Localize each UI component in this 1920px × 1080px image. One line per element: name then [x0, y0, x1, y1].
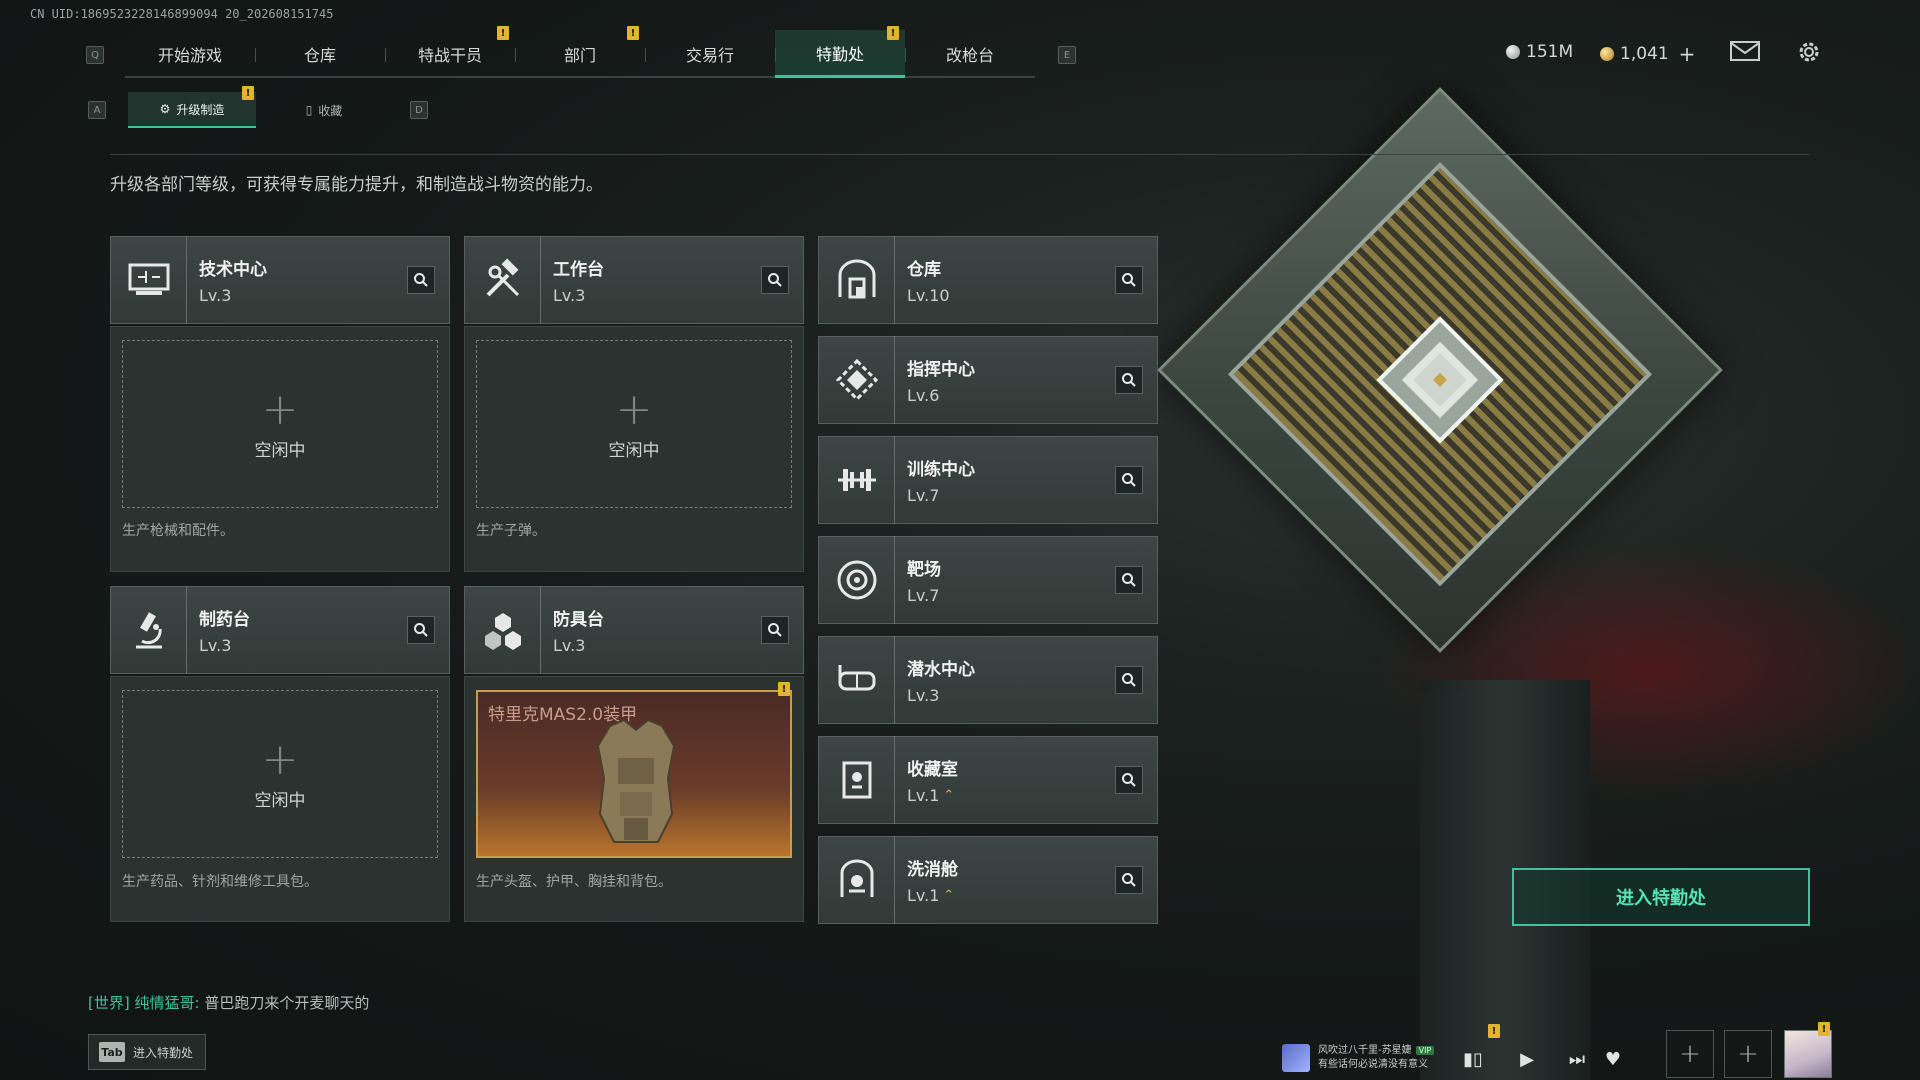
- alert-badge: !: [627, 26, 639, 40]
- page-description: 升级各部门等级，可获得专属能力提升，和制造战斗物资的能力。: [110, 175, 603, 195]
- search-icon[interactable]: [1115, 366, 1143, 394]
- subtab-collection[interactable]: ▯ 收藏: [260, 92, 388, 128]
- craft-slot-armor-item[interactable]: 特里克MAS2.0装甲: [476, 690, 792, 858]
- workstation-tech-center[interactable]: 技术中心 Lv.3: [110, 236, 450, 324]
- friends-icon[interactable]: ♥: [1596, 1042, 1630, 1076]
- silver-currency: 151M: [1506, 42, 1573, 62]
- tab-department[interactable]: 部门 !: [515, 26, 645, 78]
- gold-currency: 1,041 +: [1600, 42, 1695, 66]
- search-icon[interactable]: [761, 616, 789, 644]
- workstation-note: 生产头盔、护甲、胸挂和背包。: [476, 874, 672, 890]
- dept-collection-room[interactable]: 收藏室 Lv.1 ⌃: [818, 736, 1158, 824]
- subtab-upgrade-craft[interactable]: ⚙ 升级制造 !: [128, 86, 256, 128]
- search-icon[interactable]: [1115, 766, 1143, 794]
- search-icon[interactable]: [1115, 566, 1143, 594]
- cubes-icon: [465, 586, 541, 674]
- search-icon[interactable]: [407, 266, 435, 294]
- search-icon[interactable]: [1115, 466, 1143, 494]
- decontamination-icon: [819, 836, 895, 924]
- plus-icon: +: [261, 383, 299, 435]
- diving-mask-icon: [819, 636, 895, 724]
- workstation-pharmacy[interactable]: 制药台 Lv.3: [110, 586, 450, 674]
- dept-decontamination[interactable]: 洗消舱 Lv.1 ⌃: [818, 836, 1158, 924]
- alert-badge: !: [887, 26, 899, 40]
- command-diamond-icon: [819, 336, 895, 424]
- alert-badge: !: [242, 86, 254, 100]
- play-icon[interactable]: ▶: [1510, 1042, 1544, 1076]
- hammer-wrench-icon: [465, 236, 541, 324]
- album-art: [1282, 1044, 1310, 1072]
- music-player[interactable]: 风吹过八千里-苏星婕 VIP 有些话何必说清没有意义: [1282, 1044, 1435, 1072]
- tab-gunsmith[interactable]: 改枪台: [905, 30, 1035, 78]
- upgrade-available-icon: ⌃: [943, 888, 955, 903]
- add-slot-button[interactable]: +: [1666, 1030, 1714, 1078]
- key-d-hint: D: [410, 101, 428, 119]
- key-e-hint: E: [1058, 46, 1076, 64]
- trophy-case-icon: [819, 736, 895, 824]
- add-currency-button[interactable]: +: [1679, 42, 1696, 66]
- collection-icon: ▯: [305, 103, 313, 117]
- workstation-armor[interactable]: 防具台 Lv.3: [464, 586, 804, 674]
- top-nav: 开始游戏 仓库 特战干员 ! 部门 ! 交易行 特勤处 ! 改枪台: [125, 26, 1035, 78]
- search-icon[interactable]: [1115, 666, 1143, 694]
- search-icon[interactable]: [761, 266, 789, 294]
- target-icon: [819, 536, 895, 624]
- uid-label: CN UID:1869523228146899094 20_2026081517…: [30, 7, 334, 21]
- tab-hint[interactable]: Tab 进入特勤处: [88, 1034, 206, 1070]
- tab-start-game[interactable]: 开始游戏: [125, 30, 255, 78]
- craft-slot-empty[interactable]: + 空闲中: [122, 340, 438, 508]
- dept-command-center[interactable]: 指挥中心 Lv.6: [818, 336, 1158, 424]
- craft-slot-empty[interactable]: + 空闲中: [476, 340, 792, 508]
- avatar[interactable]: [1784, 1030, 1832, 1078]
- dept-diving-center[interactable]: 潜水中心 Lv.3: [818, 636, 1158, 724]
- tab-key: Tab: [99, 1042, 125, 1062]
- world-chat-line[interactable]: [世界] 纯情猛哥: 普巴跑刀来个开麦聊天的: [88, 992, 369, 1013]
- alert-badge: !: [778, 682, 790, 696]
- upgrade-icon: ⚙: [159, 102, 171, 116]
- body-armor-image: [596, 718, 676, 843]
- workstation-workbench[interactable]: 工作台 Lv.3: [464, 236, 804, 324]
- alert-badge: !: [497, 26, 509, 40]
- dumbbell-icon: [819, 436, 895, 524]
- settings-gear-icon[interactable]: [1796, 39, 1822, 65]
- gold-coin-icon: [1600, 47, 1614, 61]
- alert-badge: !: [1818, 1022, 1830, 1036]
- tab-special-ops[interactable]: 特勤处 !: [775, 26, 905, 78]
- upgrade-available-icon: ⌃: [943, 788, 955, 803]
- plus-icon: +: [261, 733, 299, 785]
- next-track-icon[interactable]: ⏭: [1560, 1042, 1594, 1076]
- key-a-hint: A: [88, 101, 106, 119]
- microscope-icon: [111, 586, 187, 674]
- workstation-note: 生产药品、针剂和维修工具包。: [122, 874, 318, 890]
- dept-warehouse[interactable]: 仓库 Lv.10: [818, 236, 1158, 324]
- search-icon[interactable]: [1115, 266, 1143, 294]
- workstation-note: 生产子弹。: [476, 523, 546, 539]
- plus-icon: +: [615, 383, 653, 435]
- search-icon[interactable]: [407, 616, 435, 644]
- craft-slot-empty[interactable]: + 空闲中: [122, 690, 438, 858]
- mail-icon[interactable]: [1730, 40, 1760, 62]
- warehouse-icon: [819, 236, 895, 324]
- sub-nav: ⚙ 升级制造 ! ▯ 收藏: [128, 86, 388, 128]
- tab-operators[interactable]: 特战干员 !: [385, 26, 515, 78]
- dept-training-center[interactable]: 训练中心 Lv.7: [818, 436, 1158, 524]
- workstation-note: 生产枪械和配件。: [122, 523, 234, 539]
- enter-special-ops-button[interactable]: 进入特勤处: [1512, 868, 1810, 926]
- dept-shooting-range[interactable]: 靶场 Lv.7: [818, 536, 1158, 624]
- silver-coin-icon: [1506, 45, 1520, 59]
- add-slot-button[interactable]: +: [1724, 1030, 1772, 1078]
- equalizer-icon[interactable]: ▮▯: [1456, 1042, 1490, 1076]
- key-q-hint: Q: [86, 46, 104, 64]
- tab-warehouse[interactable]: 仓库: [255, 30, 385, 78]
- alert-badge: !: [1488, 1024, 1500, 1038]
- search-icon[interactable]: [1115, 866, 1143, 894]
- tab-trading[interactable]: 交易行: [645, 30, 775, 78]
- divider: [110, 154, 1810, 155]
- computer-icon: [111, 236, 187, 324]
